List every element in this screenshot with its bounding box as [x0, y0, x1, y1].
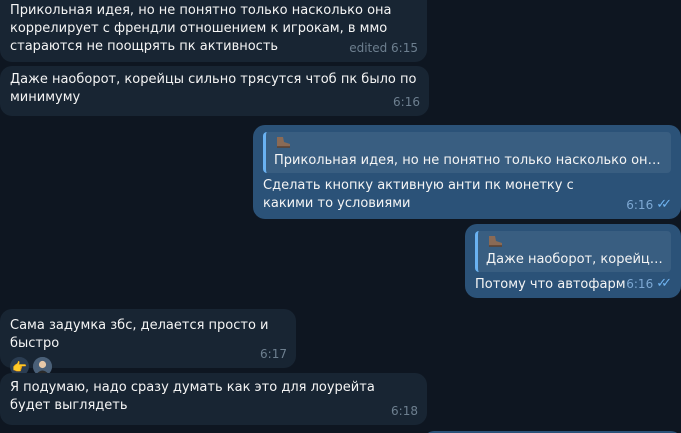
incoming-message[interactable]: Сама задумка збс, делается просто и быст…	[0, 309, 296, 376]
read-checkmarks-icon: ✓✓	[656, 197, 672, 212]
incoming-message[interactable]: Прикольная идея, но не понятно только на…	[0, 0, 427, 62]
message-text: Даже наоборот, корейцы сильно трясутся ч…	[10, 72, 417, 105]
reply-quote[interactable]: Прикольная идея, но не понятно только на…	[263, 132, 671, 173]
message-time: 6:16	[626, 277, 654, 291]
read-checkmarks-icon: ✓✓	[656, 276, 672, 291]
quote-text: Даже наоборот, корейцы с...	[486, 252, 665, 267]
quote-text: Прикольная идея, но не понятно только на…	[274, 153, 665, 168]
message-text: Сделать кнопку активную анти пк монетку …	[263, 178, 574, 211]
message-time: 6:18	[391, 404, 418, 418]
incoming-message[interactable]: Даже наоборот, корейцы сильно трясутся ч…	[0, 66, 429, 116]
message-meta: 6:16 ✓✓	[626, 275, 672, 293]
message-meta: 6:16	[393, 93, 420, 111]
message-time: 6:16	[393, 95, 420, 109]
boot-emoji-icon	[486, 234, 665, 251]
boot-emoji-icon	[274, 135, 665, 152]
outgoing-message[interactable]: Даже наоборот, корейцы с... Потому что а…	[465, 224, 681, 298]
message-meta: 6:18	[391, 402, 418, 420]
outgoing-message[interactable]: Прикольная идея, но не понятно только на…	[253, 125, 681, 219]
message-time: 6:17	[260, 347, 287, 361]
message-meta: 6:16 ✓✓	[626, 196, 672, 214]
chat-history[interactable]: Прикольная идея, но не понятно только на…	[0, 0, 681, 433]
message-time: edited 6:15	[349, 41, 418, 55]
message-text: Сама задумка збс, делается просто и быст…	[10, 318, 269, 351]
message-time: 6:16	[626, 198, 654, 212]
message-meta: 6:17	[260, 345, 287, 363]
incoming-message[interactable]: Я подумаю, надо сразу думать как это для…	[0, 373, 427, 425]
reply-quote[interactable]: Даже наоборот, корейцы с...	[475, 231, 671, 272]
message-meta: edited 6:15	[349, 39, 418, 57]
message-text: Я подумаю, надо сразу думать как это для…	[10, 380, 375, 413]
